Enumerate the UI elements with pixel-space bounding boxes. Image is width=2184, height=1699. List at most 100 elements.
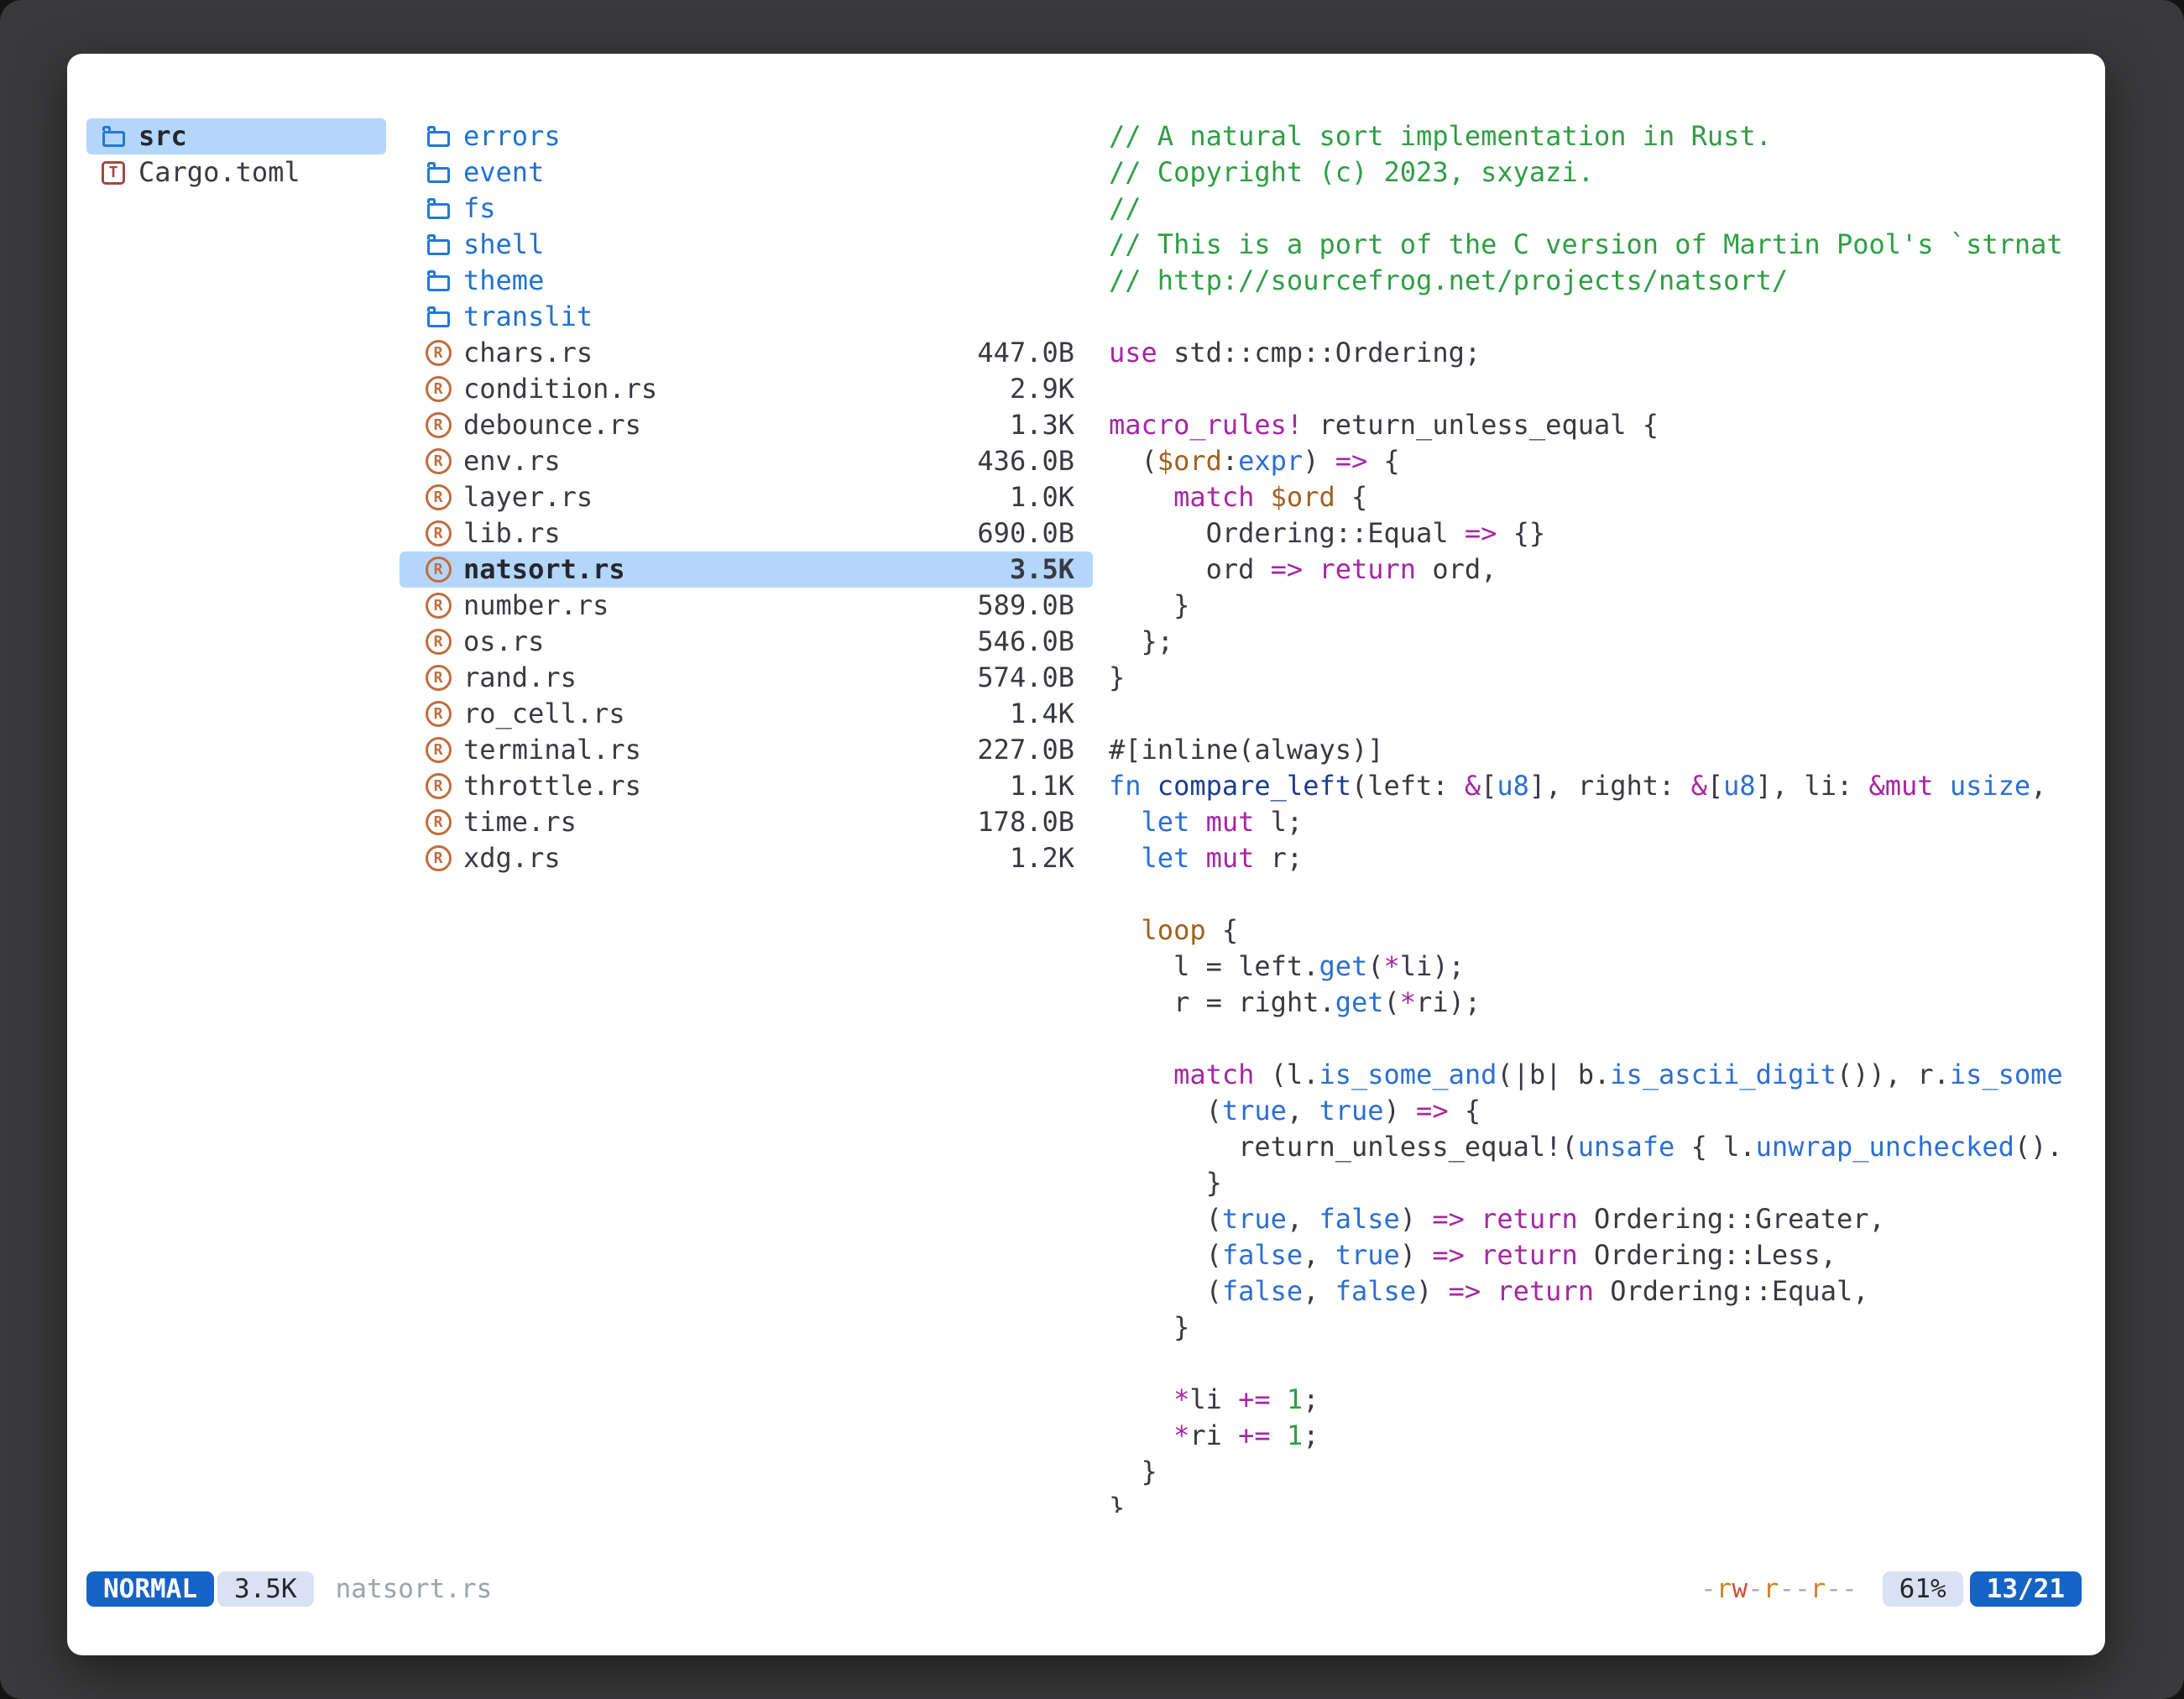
folder-icon [423, 271, 453, 291]
file-row-src[interactable]: src [86, 118, 386, 154]
file-name: Cargo.toml [138, 154, 300, 191]
file-name: env.rs [463, 443, 561, 479]
code-line: // http://sourcefrog.net/projects/natsor… [1109, 263, 2098, 299]
file-row-ro_cell.rs[interactable]: Rro_cell.rs1.4K [400, 696, 1093, 732]
rust-file-icon: R [423, 520, 453, 546]
file-row-theme[interactable]: theme [400, 263, 1093, 299]
file-row-chars.rs[interactable]: Rchars.rs 447.0B [400, 335, 1093, 371]
file-name: layer.rs [463, 479, 593, 515]
file-name: number.rs [463, 588, 609, 624]
file-row-natsort.rs[interactable]: Rnatsort.rs3.5K [400, 552, 1093, 588]
file-name: terminal.rs [463, 732, 641, 768]
mode-indicator: NORMAL [86, 1571, 214, 1607]
code-line: #[inline(always)] [1109, 732, 2098, 768]
file-row-rand.rs[interactable]: Rrand.rs574.0B [400, 660, 1093, 696]
panes-container: src T Cargo.toml errorseventfsshellthemetr… [86, 118, 2098, 1513]
file-name: errors [463, 118, 561, 154]
scroll-percent: 61% [1883, 1571, 1963, 1607]
code-line [1109, 696, 2098, 732]
code-line: (true, false) => return Ordering::Greate… [1109, 1201, 2098, 1237]
code-line: // This is a port of the C version of Ma… [1109, 227, 2098, 263]
file-name: os.rs [463, 624, 544, 660]
parent-directory-pane: src T Cargo.toml [86, 118, 386, 1513]
code-line: }; [1109, 624, 2098, 660]
file-row-terminal.rs[interactable]: Rterminal.rs 227.0B [400, 732, 1093, 768]
code-line: } [1109, 1454, 2098, 1490]
file-size: 227.0B [977, 732, 1074, 768]
code-line: (false, false) => return Ordering::Equal… [1109, 1273, 2098, 1310]
file-name: chars.rs [463, 335, 593, 371]
file-size: 447.0B [977, 335, 1074, 371]
file-row-os.rs[interactable]: Ros.rs546.0B [400, 624, 1093, 660]
file-preview-pane: // A natural sort implementation in Rust… [1109, 118, 2098, 1513]
file-row-lib.rs[interactable]: Rlib.rs690.0B [400, 515, 1093, 552]
folder-icon [98, 127, 128, 147]
file-name: time.rs [463, 804, 577, 840]
code-line: loop { [1109, 912, 2098, 949]
code-line: *li += 1; [1109, 1382, 2098, 1418]
code-line: Ordering::Equal => {} [1109, 515, 2098, 552]
folder-icon [423, 235, 453, 255]
file-row-time.rs[interactable]: Rtime.rs178.0B [400, 804, 1093, 840]
rust-file-icon: R [423, 340, 453, 366]
toml-file-icon: T [98, 161, 128, 185]
file-size: 1.3K [1010, 407, 1074, 443]
file-name: ro_cell.rs [463, 696, 625, 732]
file-row-event[interactable]: event [400, 154, 1093, 191]
file-size: 2.9K [1010, 371, 1074, 407]
file-size: 589.0B [977, 588, 1074, 624]
code-line: (true, true) => { [1109, 1093, 2098, 1129]
code-line [1109, 299, 2098, 335]
code-line: let mut r; [1109, 840, 2098, 876]
file-name: xdg.rs [463, 840, 561, 876]
code-line: ord => return ord, [1109, 552, 2098, 588]
file-size: 574.0B [977, 660, 1074, 696]
file-row-translit[interactable]: translit [400, 299, 1093, 335]
rust-file-icon: R [423, 773, 453, 799]
file-size: 3.5K [1010, 552, 1074, 588]
file-name: debounce.rs [463, 407, 641, 443]
status-filename: natsort.rs [336, 1571, 493, 1607]
code-line: r = right.get(*ri); [1109, 985, 2098, 1021]
code-line: macro_rules! return_unless_equal { [1109, 407, 2098, 443]
file-size: 1.4K [1010, 696, 1074, 732]
file-row-condition.rs[interactable]: Rcondition.rs2.9K [400, 371, 1093, 407]
file-name: theme [463, 263, 544, 299]
file-size: 1.0K [1010, 479, 1074, 515]
file-row-Cargo.toml[interactable]: T Cargo.toml [86, 154, 386, 191]
code-line: fn compare_left(left: &[u8], right: &[u8… [1109, 768, 2098, 804]
code-line: match $ord { [1109, 479, 2098, 515]
code-line: let mut l; [1109, 804, 2098, 840]
code-line: ($ord:expr) => { [1109, 443, 2098, 479]
status-bar-right: -rw-r--r-- 61% 13/21 [1701, 1571, 2082, 1607]
cursor-position: 13/21 [1970, 1571, 2082, 1607]
file-row-debounce.rs[interactable]: Rdebounce.rs 1.3K [400, 407, 1093, 443]
file-row-errors[interactable]: errors [400, 118, 1093, 154]
rust-file-icon: R [423, 845, 453, 871]
code-line: } [1109, 1490, 2098, 1513]
file-row-shell[interactable]: shell [400, 227, 1093, 263]
rust-file-icon: R [423, 737, 453, 763]
code-line [1109, 876, 2098, 912]
file-row-number.rs[interactable]: Rnumber.rs 589.0B [400, 588, 1093, 624]
code-line: } [1109, 660, 2098, 696]
file-row-throttle.rs[interactable]: Rthrottle.rs1.1K [400, 768, 1093, 804]
desktop-background: src T Cargo.toml errorseventfsshellthemetr… [0, 0, 2184, 1699]
yazi-file-manager-window: src T Cargo.toml errorseventfsshellthemetr… [67, 54, 2105, 1655]
file-row-env.rs[interactable]: Renv.rs436.0B [400, 443, 1093, 479]
file-name: shell [463, 227, 544, 263]
file-row-layer.rs[interactable]: Rlayer.rs1.0K [400, 479, 1093, 515]
code-line [1109, 371, 2098, 407]
code-line: // A natural sort implementation in Rust… [1109, 118, 2098, 154]
code-line [1109, 1346, 2098, 1382]
rust-file-icon: R [423, 665, 453, 691]
file-row-xdg.rs[interactable]: Rxdg.rs 1.2K [400, 840, 1093, 876]
status-bar: NORMAL 3.5K natsort.rs -rw-r--r-- 61% 13… [86, 1571, 2082, 1607]
code-line: } [1109, 1310, 2098, 1346]
rust-file-icon: R [423, 593, 453, 619]
rust-file-icon: R [423, 412, 453, 438]
file-size: 1.2K [1010, 840, 1074, 876]
file-row-fs[interactable]: fs [400, 191, 1093, 227]
file-name: natsort.rs [463, 552, 625, 588]
folder-icon [423, 127, 453, 147]
